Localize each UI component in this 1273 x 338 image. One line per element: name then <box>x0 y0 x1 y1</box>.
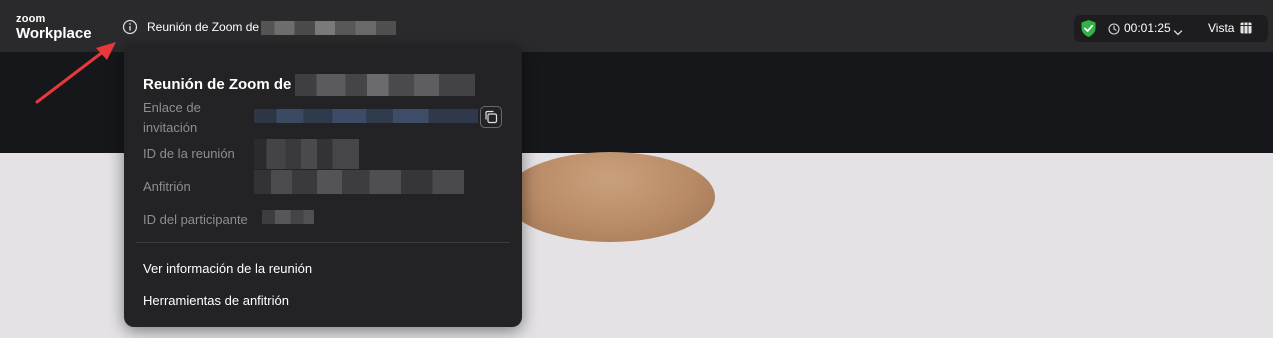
meeting-info-popover: Reunión de Zoom de Enlace de invitación … <box>124 45 522 327</box>
meeting-status-pill <box>1074 15 1268 42</box>
grid-icon[interactable] <box>1240 21 1252 34</box>
clock-icon <box>1108 22 1120 35</box>
view-button-label[interactable]: Vista <box>1208 21 1234 35</box>
copy-icon <box>485 110 498 124</box>
popover-title-text: Reunión de Zoom de <box>143 75 292 93</box>
redacted-meeting-id <box>254 139 359 169</box>
invite-link-label: Enlace de invitación <box>143 100 201 135</box>
logo-small-text: zoom <box>16 13 46 25</box>
redacted-participant-id <box>262 210 314 224</box>
meeting-id-label: ID de la reunión <box>143 146 235 161</box>
copy-link-button[interactable] <box>480 106 502 128</box>
participant-video-head <box>505 152 715 242</box>
meeting-title[interactable]: Reunión de Zoom de <box>147 20 397 35</box>
participant-id-label: ID del participante <box>143 212 248 227</box>
view-meeting-info-item[interactable]: Ver información de la reunión <box>143 261 312 276</box>
redacted-popover-host-name <box>295 74 476 96</box>
redacted-host-name <box>261 20 397 35</box>
host-label: Anfitrión <box>143 179 191 194</box>
popover-title: Reunión de Zoom de <box>143 74 476 96</box>
chevron-down-icon[interactable] <box>1173 24 1183 36</box>
info-icon[interactable] <box>122 19 138 35</box>
redacted-host <box>254 170 464 194</box>
shield-check-icon[interactable] <box>1080 19 1097 38</box>
zoom-workplace-logo: zoom Workplace <box>16 13 92 42</box>
popover-divider <box>136 242 510 243</box>
redacted-invite-link[interactable] <box>254 109 478 123</box>
meeting-title-text: Reunión de Zoom de <box>147 20 260 34</box>
meeting-timer[interactable]: 00:01:25 <box>1124 21 1171 35</box>
host-tools-item[interactable]: Herramientas de anfitrión <box>143 293 289 308</box>
annotation-arrow <box>35 42 116 104</box>
